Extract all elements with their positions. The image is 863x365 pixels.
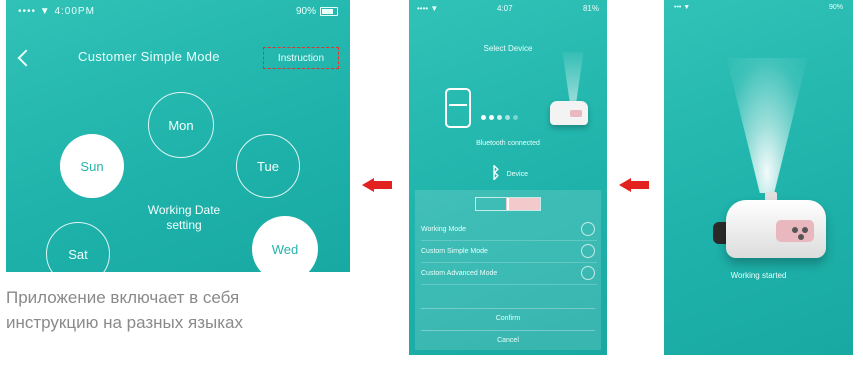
caption: Приложение включает в себя инструкцию на… — [6, 285, 366, 335]
radio-icon[interactable] — [581, 244, 595, 258]
status-carrier: ••• ▼ — [674, 4, 691, 11]
working-date-line2: setting — [166, 218, 202, 232]
diffuser-device-icon — [726, 200, 826, 258]
mode-day-sat[interactable]: Sat — [46, 222, 110, 272]
tablet-icon — [445, 88, 471, 128]
options-panel: Working Mode Custom Simple Mode Custom A… — [415, 190, 601, 350]
arrow-left-icon — [619, 178, 649, 192]
radio-icon[interactable] — [581, 266, 595, 280]
option-custom-advanced[interactable]: Custom Advanced Mode — [421, 264, 597, 285]
working-date-line1: Working Date — [147, 203, 221, 217]
bluetooth-label: Device — [506, 170, 529, 178]
diffuser-device-icon — [550, 101, 588, 125]
status-bar: •••• ▼ 4:07 81% — [409, 0, 607, 16]
working-status-label: Working started — [730, 271, 787, 280]
caption-line-2: инструкцию на разных языках — [6, 313, 243, 332]
bluetooth-icon: ᛒ — [491, 165, 501, 182]
connection-dots-icon — [481, 107, 521, 125]
status-battery: 90% — [296, 6, 338, 17]
mode-day-wed[interactable]: Wed — [252, 216, 318, 272]
option-custom-simple[interactable]: Custom Simple Mode — [421, 242, 597, 263]
confirm-button[interactable]: Confirm — [421, 308, 595, 329]
option-label: Custom Simple Mode — [421, 248, 488, 255]
mist-beam-icon — [726, 58, 808, 193]
instruction-button[interactable]: Instruction — [263, 47, 339, 69]
app-screen-select-device: •••• ▼ 4:07 81% Select Device Bluetooth … — [409, 0, 607, 355]
status-carrier: •••• ▼ — [417, 4, 439, 13]
radio-icon[interactable] — [581, 222, 595, 236]
status-bar: ••• ▼ 90% — [664, 0, 853, 14]
status-battery: 90% — [828, 4, 843, 11]
option-label: Custom Advanced Mode — [421, 270, 498, 277]
status-bar: •••• ▼ 4:00PM 90% — [6, 0, 350, 20]
working-date-setting[interactable]: Working Date setting — [132, 203, 236, 233]
battery-percent: 90% — [295, 6, 316, 17]
cancel-button[interactable]: Cancel — [421, 330, 595, 351]
mist-beam-icon — [562, 52, 584, 104]
option-label: Working Mode — [421, 226, 467, 233]
connection-status: Bluetooth connected — [476, 140, 540, 147]
app-screen-simple-mode: •••• ▼ 4:00PM 90% Customer Simple Mode I… — [6, 0, 350, 272]
mode-toggle[interactable] — [475, 197, 541, 211]
page-title: Select Device — [483, 44, 533, 53]
status-battery: 81% — [582, 4, 599, 13]
page-title: Customer Simple Mode — [78, 49, 220, 64]
mode-day-sun[interactable]: Sun — [60, 134, 124, 198]
back-arrow-icon[interactable] — [17, 49, 35, 67]
caption-line-1: Приложение включает в себя — [6, 288, 240, 307]
option-working-mode[interactable]: Working Mode — [421, 220, 597, 241]
status-time: 4:07 — [497, 4, 513, 13]
mode-day-mon[interactable]: Mon — [148, 92, 214, 158]
app-screen-working: ••• ▼ 90% Working started — [664, 0, 853, 355]
battery-icon — [320, 6, 338, 16]
status-carrier: •••• ▼ 4:00PM — [18, 6, 95, 17]
mode-day-tue[interactable]: Tue — [236, 134, 300, 198]
bluetooth-device-row[interactable]: ᛒ Device — [491, 165, 528, 183]
arrow-left-icon — [362, 178, 392, 192]
